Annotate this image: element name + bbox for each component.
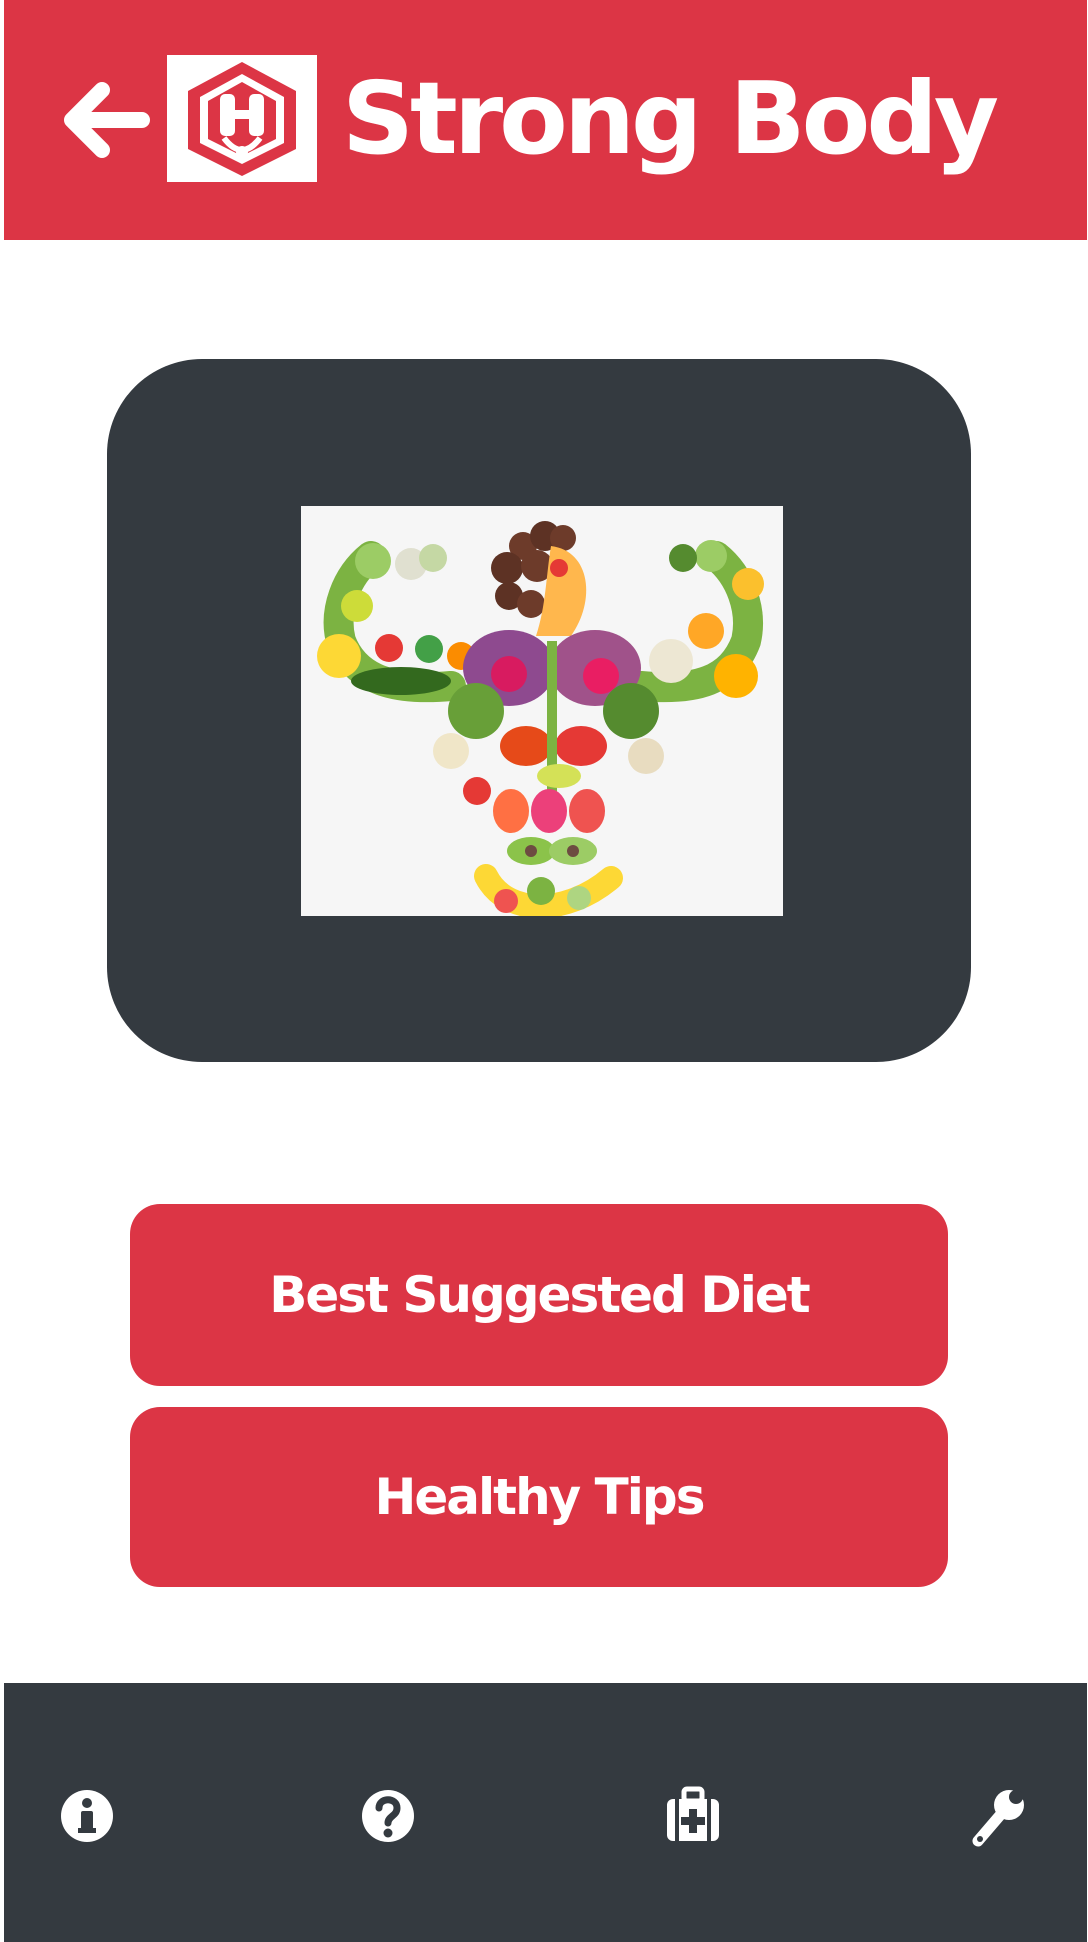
- wrench-icon[interactable]: [968, 1783, 1028, 1849]
- healthy-tips-button[interactable]: Healthy Tips: [130, 1407, 948, 1587]
- first-aid-kit-icon[interactable]: [663, 1783, 723, 1849]
- app-logo: [167, 55, 317, 182]
- app-screen: Strong Body Best Suggested Diet Healthy …: [0, 0, 1088, 1942]
- back-button[interactable]: [54, 70, 154, 170]
- vegetables-muscle-body-photo: [301, 506, 783, 916]
- app-header: Strong Body: [4, 0, 1087, 240]
- bottom-nav-bar: [4, 1683, 1087, 1942]
- help-icon[interactable]: [358, 1783, 418, 1849]
- dumbbell-hexagon-logo: [188, 61, 296, 176]
- best-suggested-diet-button[interactable]: Best Suggested Diet: [130, 1204, 948, 1386]
- info-icon[interactable]: [57, 1783, 117, 1849]
- arrow-left-icon: [64, 82, 150, 158]
- app-title: Strong Body: [342, 60, 999, 177]
